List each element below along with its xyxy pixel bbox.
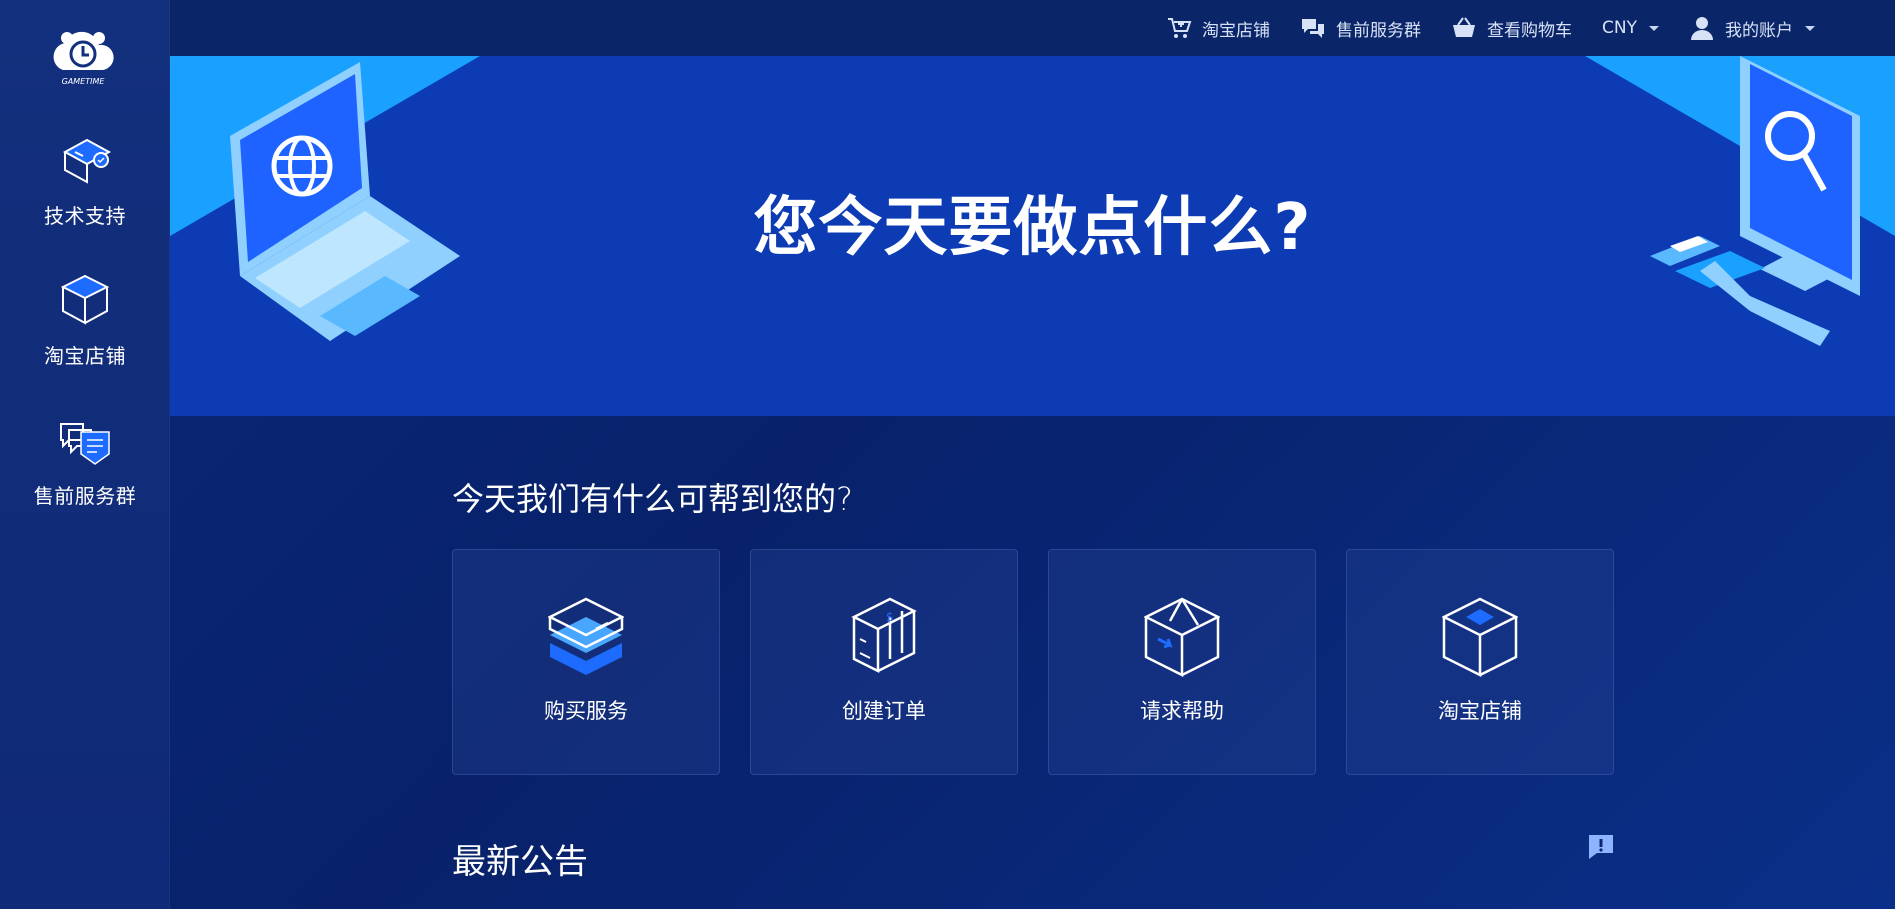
sidebar-item-label: 淘宝店铺 [44,344,126,368]
card-taobao-store[interactable]: 淘宝店铺 [1346,549,1614,775]
topbar-presale-link[interactable]: 售前服务群 [1300,15,1421,41]
request-help-icon [1144,597,1220,677]
comments-icon [1302,19,1325,38]
chevron-down-icon [1649,25,1659,31]
news-section-title: 最新公告 [452,842,588,882]
help-section-title: 今天我们有什么可帮到您的? [452,480,853,518]
top-navbar: 淘宝店铺 售前服务群 查看购物车 CNY 我的账户 [170,0,1895,56]
chevron-down-icon [1805,25,1815,31]
quick-action-cards: 购买服务 $ 创建订单 请求帮助 淘宝店铺 [452,549,1614,775]
gametime-logo[interactable]: GAMETIME [45,26,121,88]
cloud-clock-icon: GAMETIME [53,31,114,86]
card-label: 淘宝店铺 [1438,699,1522,723]
card-label: 请求帮助 [1140,699,1224,723]
hero-banner: 您今天要做点什么? [170,56,1895,416]
taobao-store-icon [1442,597,1518,677]
buy-service-icon [548,597,624,675]
create-order-icon: $ [851,597,917,674]
card-buy-service[interactable]: 购买服务 [452,549,720,775]
announcement-icon[interactable] [1587,833,1615,861]
topbar-cart-label: 查看购物车 [1487,20,1573,41]
topbar-cart-link[interactable]: 查看购物车 [1451,15,1572,41]
card-label: 购买服务 [544,699,628,723]
currency-dropdown[interactable]: CNY [1602,18,1659,38]
basket-icon [1453,17,1476,37]
account-dropdown[interactable]: 我的账户 [1689,15,1815,41]
card-request-help[interactable]: 请求帮助 [1048,549,1316,775]
sidebar-item-label: 售前服务群 [33,484,137,508]
card-label: 创建订单 [842,699,926,723]
sidebar-item-label: 技术支持 [44,204,126,228]
sidebar: GAMETIME 技术支持 淘宝店铺 售前服务群 [0,0,170,909]
tech-support-icon [55,130,115,190]
app: GAMETIME 技术支持 淘宝店铺 售前服务群 淘宝店铺 售前服务群 查看购物… [0,0,1895,909]
user-icon [1691,17,1713,40]
account-label: 我的账户 [1725,20,1793,41]
dollar-sign-icon: $ [886,610,894,624]
sidebar-item-tech-support[interactable]: 技术支持 [0,130,170,229]
hero-title: 您今天要做点什么? [753,191,1312,265]
card-create-order[interactable]: $ 创建订单 [750,549,1018,775]
currency-label: CNY [1602,18,1637,38]
chat-group-icon [55,410,115,470]
box-icon [55,270,115,330]
topbar-presale-label: 售前服务群 [1336,20,1422,41]
svg-text:GAMETIME: GAMETIME [62,77,106,86]
topbar-taobao-link[interactable]: 淘宝店铺 [1166,15,1270,41]
cart-plus-icon [1168,18,1192,38]
topbar-taobao-label: 淘宝店铺 [1202,20,1271,41]
sidebar-item-presale-group[interactable]: 售前服务群 [0,410,170,509]
sidebar-item-taobao[interactable]: 淘宝店铺 [0,270,170,369]
